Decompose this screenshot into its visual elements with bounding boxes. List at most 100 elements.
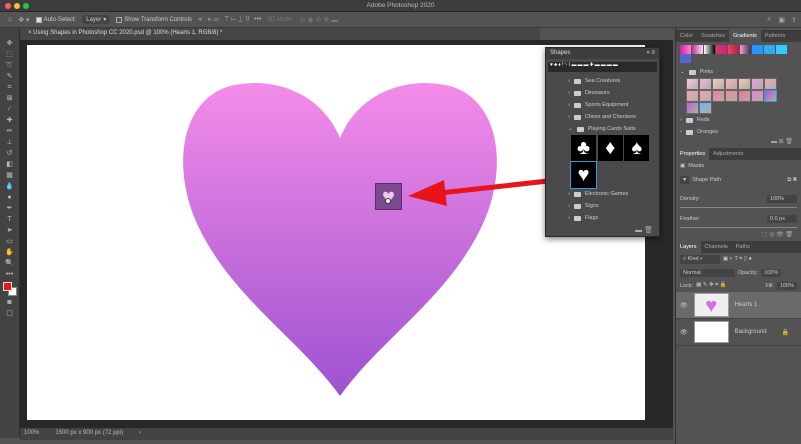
folder-label: Signs [584,203,599,209]
tab-channels[interactable]: Channels [701,244,732,250]
foreground-color[interactable] [2,282,12,291]
tab-layers[interactable]: Layers [676,241,701,253]
folder-label: Chess and Checkers [584,114,636,120]
status-menu-icon[interactable]: › [139,430,141,438]
shape-folder[interactable]: › Sports Equipment [546,99,659,111]
gradients-tabs: Color Swatches Gradients Patterns [676,30,801,42]
folder-label: Reds [696,117,710,123]
document-dimensions: 1500 px x 900 px (72 ppi) [55,430,124,436]
lock-icons[interactable]: ▦ ✎ ✥ ⌗ 🔒 [696,282,726,289]
layer-row-background[interactable]: 👁 Background 🔒 [676,319,801,346]
shape-path-label: Shape Path [692,177,722,183]
opacity-field[interactable]: 100% [761,268,782,277]
diamond-shape[interactable]: ♦ [597,135,623,161]
lock-icon: 🔒 [781,329,789,336]
tab-color[interactable]: Color [676,33,697,39]
gradient-actions[interactable]: ▬ ⊞ 🗑 [676,138,801,148]
folder-label: Dinosaurs [584,90,610,96]
blend-mode-value: Normal [683,269,701,276]
layer-row-hearts[interactable]: 👁 ♥ Hearts 1 [676,292,801,319]
layers-tabs: Layers Channels Paths [676,241,801,253]
shapes-panel-title: Shapes [550,50,571,56]
gradient-folder-reds[interactable]: › Reds [676,114,801,126]
feather-slider[interactable] [680,227,797,228]
layer-filter-kind[interactable]: ⌕ Kind ▾ [680,255,720,264]
shape-folder[interactable]: › Chess and Checkers [546,111,659,123]
gradient-swatch[interactable] [751,78,764,90]
gradient-swatch[interactable] [699,90,712,102]
layer-thumbnail [693,321,729,343]
layer-thumbnail: ♥ [693,293,729,317]
properties-actions[interactable]: ⬚ ◎ 👁 🗑 [676,231,801,241]
folder-label: Sports Equipment [584,102,629,108]
gradient-swatch[interactable] [686,90,699,102]
kind-label: Kind [687,256,699,262]
tab-properties[interactable]: Properties [676,148,710,160]
feather-field[interactable]: 0.0 px [767,215,797,223]
gradient-swatch[interactable] [699,78,712,90]
gradient-swatch[interactable] [686,78,699,90]
mask-icon: ▣ [680,163,686,169]
gradient-swatch[interactable] [764,90,777,102]
gradient-swatch[interactable] [725,90,738,102]
spade-shape[interactable]: ♠ [624,135,650,161]
gradient-swatch[interactable] [686,102,699,114]
fill-label: Fill: [765,282,774,289]
tab-adjustments[interactable]: Adjustments [709,151,747,157]
masks-label: Masks [688,163,705,169]
gradient-swatch[interactable] [712,90,725,102]
panel-menu-icon[interactable]: » ≡ [646,50,655,57]
heart-shape-thumb[interactable]: ♥ [570,161,597,189]
tab-patterns[interactable]: Patterns [761,33,789,39]
shape-folder[interactable]: › Sea Creatures [546,75,659,87]
shape-path-icon[interactable]: ♥ [680,176,690,184]
lock-label: Lock: [680,282,694,289]
gradient-swatch[interactable] [712,78,725,90]
visibility-eye-icon[interactable]: 👁 [680,329,688,336]
tab-gradients[interactable]: Gradients [729,30,761,42]
club-shape[interactable]: ♣ [571,135,596,161]
feather-label: Feather: [680,216,701,222]
folder-label: Sea Creatures [584,78,621,84]
shape-folder[interactable]: › Signs [546,200,659,212]
recent-shapes-strip[interactable]: ♥♣♦!~⌇▬▬▬✚▬▬▬▬ [548,62,657,72]
filter-icons[interactable]: ▣ ◐ T ⌗ ▯ ● [723,256,752,263]
gradient-swatch[interactable] [725,78,738,90]
shapes-panel: Shapes » ≡ ♥♣♦!~⌇▬▬▬✚▬▬▬▬ › Sea Creatures… [545,47,660,237]
blend-mode-dropdown[interactable]: Normal [680,268,735,277]
opacity-label: Opacity: [738,269,759,276]
tab-paths[interactable]: Paths [732,244,754,250]
pinks-gradients [676,78,786,114]
density-slider[interactable] [680,207,797,208]
density-label: Density: [680,196,700,202]
gradient-folder-pinks[interactable]: ⌄ Pinks [676,66,801,78]
folder-label: Oranges [696,129,718,135]
shape-folder[interactable]: › Dinosaurs [546,87,659,99]
layer-name: Background [734,329,767,335]
tab-swatches[interactable]: Swatches [697,33,729,39]
folder-label: Pinks [699,69,714,75]
visibility-eye-icon[interactable]: 👁 [680,302,688,309]
shape-folder-open[interactable]: ⌄ Playing Cards Suits [546,123,659,135]
right-panels: Color Swatches Gradients Patterns ⌄ Pink… [675,28,801,444]
layer-name: Hearts 1 [734,302,758,308]
gradient-swatch[interactable] [751,90,764,102]
shape-folder[interactable]: › Electronic Games [546,188,659,200]
mask-options-icon[interactable]: ⧉ ▣ [787,177,797,184]
shape-panel-actions[interactable]: ▬ 🗑 [635,226,653,234]
gradient-swatch[interactable] [699,102,712,114]
folder-label: Flags [584,215,599,221]
gradient-swatch[interactable] [738,78,751,90]
density-field[interactable]: 100% [767,195,797,203]
folder-label: Electronic Games [584,191,629,197]
status-bar: 100% 1500 px x 900 px (72 ppi) › [20,428,673,440]
folder-label: Playing Cards Suits [587,126,636,132]
zoom-level[interactable]: 100% [24,430,39,438]
recent-gradients[interactable] [676,42,801,66]
gradient-folder-oranges[interactable]: › Oranges [676,126,801,138]
shape-folder[interactable]: › Flags [546,212,659,224]
gradient-swatch[interactable] [738,90,751,102]
fill-field[interactable]: 100% [776,281,797,290]
gradient-swatch[interactable] [764,78,777,90]
properties-tabs: Properties Adjustments [676,148,801,160]
